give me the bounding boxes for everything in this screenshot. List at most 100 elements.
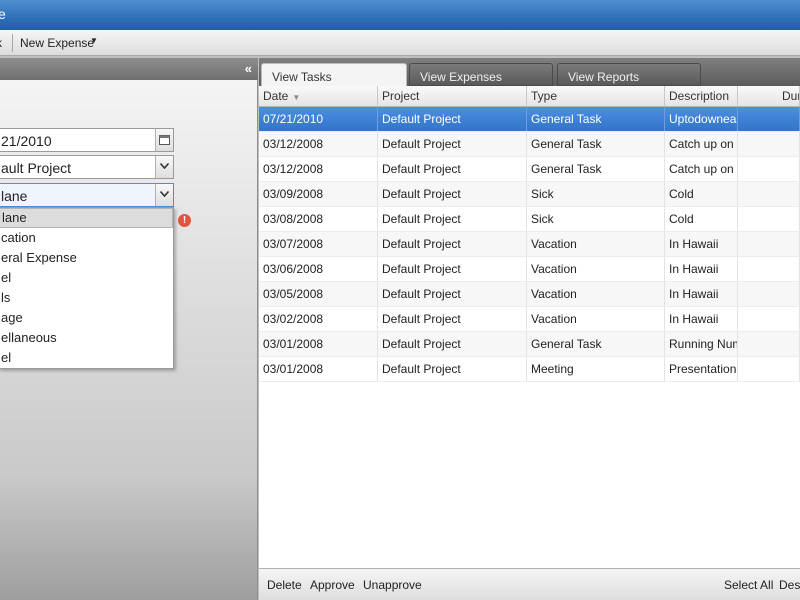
dropdown-option[interactable]: el [0, 348, 173, 368]
tab-strip: View Tasks View Expenses View Reports [259, 58, 800, 86]
cell-duration [738, 182, 800, 206]
dropdown-option[interactable]: age [0, 308, 173, 328]
delete-button[interactable]: Delete [267, 578, 302, 592]
cell-project: Default Project [378, 207, 527, 231]
cell-description: Presentation [665, 357, 738, 381]
table-row[interactable]: 03/12/2008 Default Project General Task Cat… [259, 157, 800, 182]
column-header-project[interactable]: Project [378, 86, 527, 106]
toolbar-previous-button[interactable]: k [0, 36, 2, 50]
cell-duration [738, 107, 800, 131]
cell-type: General Task [527, 107, 665, 131]
cell-description: In Hawaii [665, 257, 738, 281]
calendar-icon[interactable] [155, 129, 173, 151]
action-bar: Delete Approve Unapprove Select All Dese [259, 568, 800, 600]
cell-date: 03/08/2008 [259, 207, 378, 231]
cell-type: Meeting [527, 357, 665, 381]
date-value: 21/2010 [1, 133, 52, 149]
cell-date: 03/01/2008 [259, 332, 378, 356]
cell-description: In Hawaii [665, 307, 738, 331]
cell-duration [738, 257, 800, 281]
chevron-down-icon[interactable] [155, 156, 173, 178]
category-select[interactable]: lane [0, 183, 174, 207]
table-row[interactable]: 03/05/2008 Default Project Vacation In Hawa… [259, 282, 800, 307]
chevron-down-icon[interactable] [155, 184, 173, 206]
date-field[interactable]: 21/2010 [0, 128, 174, 152]
task-list-panel: View Tasks View Expenses View Reports Da… [259, 58, 800, 600]
column-header-date[interactable]: Date ▼ [259, 86, 378, 106]
column-header-type[interactable]: Type [527, 86, 665, 106]
deselect-all-button[interactable]: Dese [779, 578, 800, 592]
cell-description: Catch up on e [665, 132, 738, 156]
cell-date: 03/06/2008 [259, 257, 378, 281]
select-all-button[interactable]: Select All [724, 578, 773, 592]
cell-type: Sick [527, 207, 665, 231]
new-expense-dropdown-icon[interactable]: ▼ [90, 36, 98, 45]
column-header-description[interactable]: Description [665, 86, 738, 106]
cell-project: Default Project [378, 282, 527, 306]
window-title: e [0, 6, 6, 22]
tasks-table: Date ▼ Project Type Description Dur 07/21… [259, 86, 800, 382]
category-dropdown-list: lane cation eral Expense el ls age ellan… [0, 207, 174, 369]
table-row[interactable]: 03/01/2008 Default Project Meeting Presenta… [259, 357, 800, 382]
cell-type: Vacation [527, 257, 665, 281]
cell-description: Cold [665, 182, 738, 206]
dropdown-option[interactable]: lane [0, 208, 173, 228]
tab-view-reports[interactable]: View Reports [557, 63, 701, 86]
cell-description: Uptodowneap [665, 107, 738, 131]
cell-project: Default Project [378, 107, 527, 131]
cell-type: Vacation [527, 307, 665, 331]
new-expense-button[interactable]: New Expense [20, 36, 94, 50]
table-header: Date ▼ Project Type Description Dur [259, 86, 800, 107]
cell-project: Default Project [378, 182, 527, 206]
cell-date: 03/12/2008 [259, 157, 378, 181]
dropdown-option[interactable]: ellaneous [0, 328, 173, 348]
column-header-duration[interactable]: Dur [738, 86, 800, 106]
project-value: ault Project [1, 160, 72, 176]
toolbar-separator [12, 34, 13, 52]
table-row[interactable]: 03/08/2008 Default Project Sick Cold [259, 207, 800, 232]
entry-form-panel: « 21/2010 ault Project lane ! lane catio… [0, 58, 258, 600]
cell-date: 03/05/2008 [259, 282, 378, 306]
table-row[interactable]: 03/06/2008 Default Project Vacation In Hawa… [259, 257, 800, 282]
project-select[interactable]: ault Project [0, 155, 174, 179]
tab-view-expenses[interactable]: View Expenses [409, 63, 553, 86]
dropdown-option[interactable]: cation [0, 228, 173, 248]
cell-date: 07/21/2010 [259, 107, 378, 131]
cell-project: Default Project [378, 132, 527, 156]
table-row[interactable]: 03/07/2008 Default Project Vacation In Hawa… [259, 232, 800, 257]
error-icon: ! [178, 214, 191, 227]
cell-duration [738, 357, 800, 381]
column-header-label: Date [263, 89, 289, 103]
cell-duration [738, 157, 800, 181]
cell-project: Default Project [378, 332, 527, 356]
unapprove-button[interactable]: Unapprove [363, 578, 422, 592]
cell-type: General Task [527, 132, 665, 156]
cell-duration [738, 132, 800, 156]
cell-description: Catch up on w [665, 157, 738, 181]
cell-description: In Hawaii [665, 232, 738, 256]
tab-view-tasks[interactable]: View Tasks [261, 63, 407, 86]
cell-duration [738, 307, 800, 331]
table-row[interactable]: 07/21/2010 Default Project General Task Upt… [259, 107, 800, 132]
cell-date: 03/01/2008 [259, 357, 378, 381]
approve-button[interactable]: Approve [310, 578, 355, 592]
cell-project: Default Project [378, 307, 527, 331]
cell-type: Vacation [527, 282, 665, 306]
panel-header: « [0, 58, 258, 80]
collapse-panel-icon[interactable]: « [245, 61, 252, 76]
dropdown-option[interactable]: ls [0, 288, 173, 308]
cell-description: In Hawaii [665, 282, 738, 306]
cell-description: Running Numb [665, 332, 738, 356]
cell-type: Sick [527, 182, 665, 206]
table-row[interactable]: 03/09/2008 Default Project Sick Cold [259, 182, 800, 207]
cell-date: 03/02/2008 [259, 307, 378, 331]
table-row[interactable]: 03/02/2008 Default Project Vacation In Hawa… [259, 307, 800, 332]
table-row[interactable]: 03/01/2008 Default Project General Task Run… [259, 332, 800, 357]
window-title-bar: e [0, 0, 800, 30]
table-row[interactable]: 03/12/2008 Default Project General Task Cat… [259, 132, 800, 157]
table-body: 07/21/2010 Default Project General Task Upt… [259, 107, 800, 382]
toolbar: k New Expense ▼ [0, 30, 800, 56]
dropdown-option[interactable]: eral Expense [0, 248, 173, 268]
dropdown-option[interactable]: el [0, 268, 173, 288]
cell-project: Default Project [378, 257, 527, 281]
